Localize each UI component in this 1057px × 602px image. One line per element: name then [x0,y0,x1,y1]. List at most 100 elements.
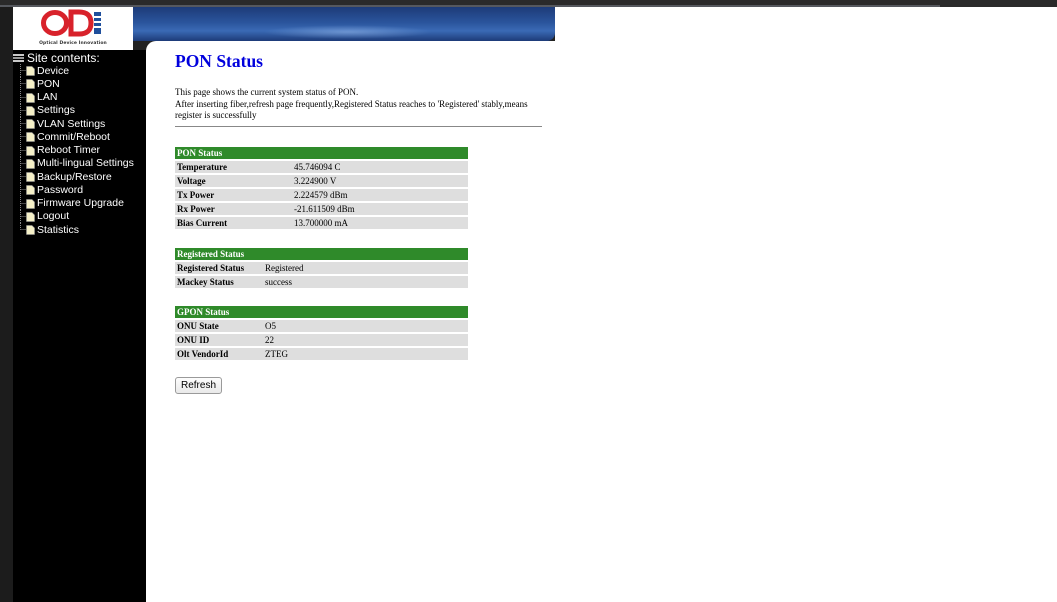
document-icon [26,145,35,156]
row-label: Temperature [175,161,292,173]
books-icon [13,54,24,62]
sidebar-item-vlan-settings[interactable]: VLAN Settings [16,117,134,131]
row-value: O5 [263,320,468,332]
sidebar-item-reboot-timer[interactable]: Reboot Timer [16,143,134,157]
row-label: Tx Power [175,189,292,201]
sidebar-item-backup-restore[interactable]: Backup/Restore [16,170,134,184]
sidebar-item-label: Logout [37,210,70,223]
row-label: ONU ID [175,334,263,346]
row-value: 3.224900 V [292,175,468,187]
table-row: Mackey Status success [175,276,468,288]
row-value: Registered [263,262,468,274]
table-row: Temperature 45.746094 C [175,161,468,173]
description-line: After inserting fiber,refresh page frequ… [175,98,528,121]
sidebar: Site contents: Device PON LAN Settings V… [13,50,146,602]
sidebar-heading-label: Site contents: [27,51,100,65]
header-banner [133,7,555,41]
sidebar-item-label: Device [37,64,70,77]
document-icon [26,185,35,196]
tree-branch-icon [20,209,26,223]
row-value: 13.700000 mA [292,217,468,229]
tree-branch-icon [20,130,26,144]
table-row: Rx Power -21.611509 dBm [175,203,468,215]
sidebar-item-label: Backup/Restore [37,170,112,183]
sidebar-item-label: Statistics [37,223,80,236]
sidebar-item-lan[interactable]: LAN [16,90,134,104]
odi-logo-mark [41,9,101,37]
sidebar-item-firmware-upgrade[interactable]: Firmware Upgrade [16,196,134,210]
section-header: Registered Status [175,248,468,260]
row-value: 22 [263,334,468,346]
document-icon [26,158,35,169]
document-icon [26,105,35,116]
tree-branch-icon [20,170,26,184]
table-row: Bias Current 13.700000 mA [175,217,468,229]
row-value: ZTEG [263,348,468,360]
section-header: PON Status [175,147,468,159]
row-value: -21.611509 dBm [292,203,468,215]
row-label: Voltage [175,175,292,187]
tree-branch-icon [20,183,26,197]
sidebar-item-settings[interactable]: Settings [16,103,134,117]
main-content: PON Status This page shows the current s… [146,41,555,602]
document-icon [26,132,35,143]
row-label: ONU State [175,320,263,332]
tree-branch-icon [20,90,26,104]
banner-glow [263,25,433,39]
nav-tree: Device PON LAN Settings VLAN Settings Co… [16,64,134,236]
sidebar-item-label: VLAN Settings [37,117,106,130]
row-label: Mackey Status [175,276,263,288]
tree-branch-icon [20,64,26,78]
brand-logo: Optical Device Innovation [13,7,133,50]
sidebar-item-label: LAN [37,91,58,104]
sidebar-item-password[interactable]: Password [16,183,134,197]
table-row: Olt VendorId ZTEG [175,348,468,360]
sidebar-item-label: Settings [37,104,75,117]
page-title: PON Status [175,51,263,71]
table-row: ONU ID 22 [175,334,468,346]
tree-branch-icon [20,156,26,170]
sidebar-item-pon[interactable]: PON [16,77,134,91]
logo-tagline: Optical Device Innovation [39,41,107,46]
row-value: 45.746094 C [292,161,468,173]
row-value: 2.224579 dBm [292,189,468,201]
sidebar-item-statistics[interactable]: Statistics [16,223,134,236]
tree-branch-icon [20,77,26,91]
row-label: Olt VendorId [175,348,263,360]
page-description: This page shows the current system statu… [175,87,535,122]
document-icon [26,172,35,182]
table-row: Registered Status Registered [175,262,468,274]
row-label: Registered Status [175,262,263,274]
sidebar-item-label: Reboot Timer [37,144,101,157]
document-icon [26,198,35,209]
divider [175,126,542,127]
table-row: Tx Power 2.224579 dBm [175,189,468,201]
table-row: ONU State O5 [175,320,468,332]
row-label: Bias Current [175,217,292,229]
sidebar-item-label: PON [37,77,60,90]
sidebar-item-multi-lingual-settings[interactable]: Multi-lingual Settings [16,156,134,170]
refresh-button[interactable]: Refresh [175,377,223,394]
pon-status-table: PON Status Temperature 45.746094 C Voltag… [175,145,468,231]
sidebar-item-device[interactable]: Device [16,64,134,78]
document-icon [26,211,35,222]
gpon-status-table: GPON Status ONU State O5 ONU ID 22 Olt Ven… [175,304,468,362]
document-icon [26,79,35,90]
browser-top-strip [0,0,1057,7]
document-icon [26,119,35,129]
tree-branch-icon [20,103,26,117]
tree-branch-icon [20,196,26,210]
sidebar-item-label: Commit/Reboot [37,130,110,143]
tree-branch-icon [20,117,26,131]
document-icon [26,66,35,76]
sidebar-item-logout[interactable]: Logout [16,209,134,223]
document-icon [26,92,35,103]
left-margin [0,7,13,602]
sidebar-item-label: Multi-lingual Settings [37,157,134,170]
registered-status-table: Registered Status Registered Status Regis… [175,246,468,290]
sidebar-item-commit-reboot[interactable]: Commit/Reboot [16,130,134,144]
section-header: GPON Status [175,306,468,318]
tree-branch-icon [20,143,26,157]
table-row: Voltage 3.224900 V [175,175,468,187]
sidebar-heading: Site contents: [13,51,100,65]
